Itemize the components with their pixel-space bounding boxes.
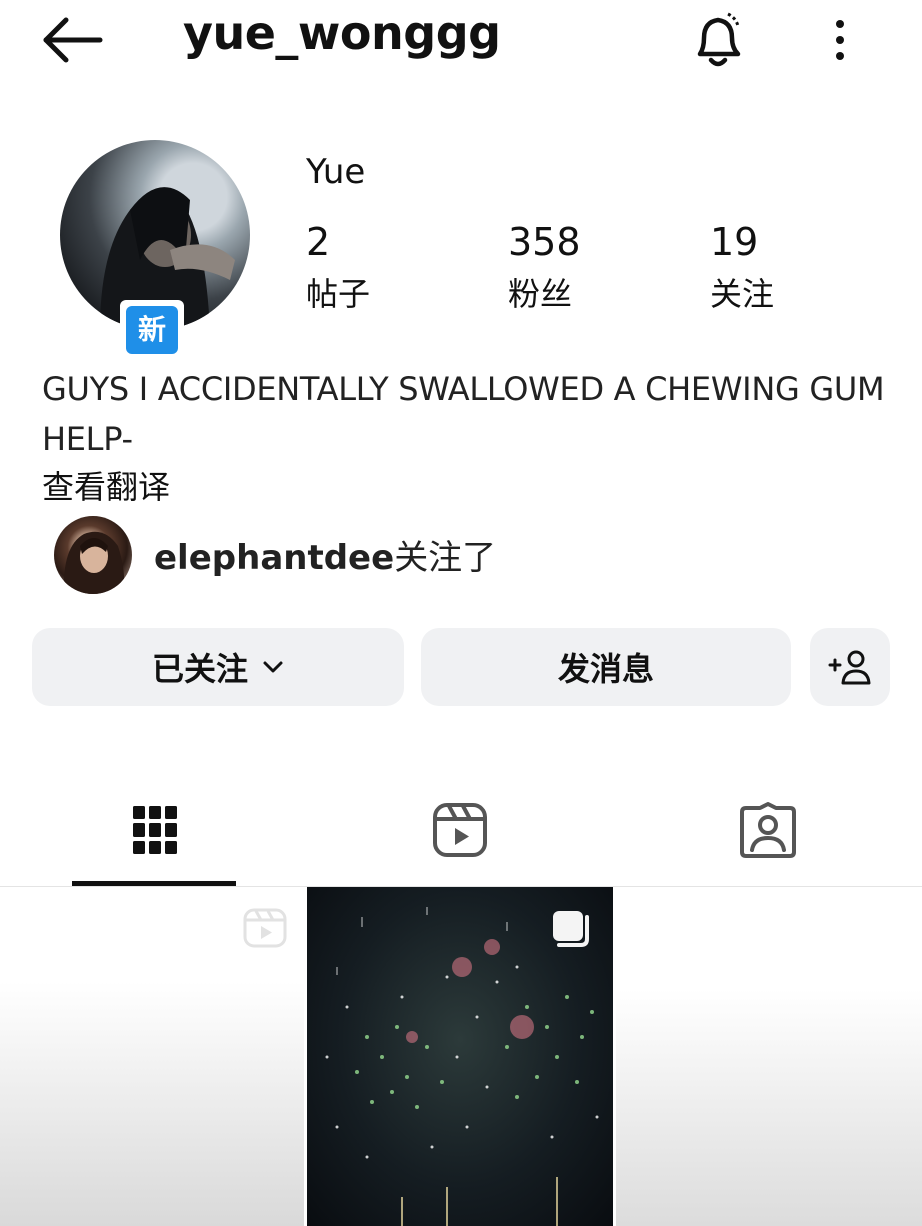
tab-reels[interactable] xyxy=(420,790,500,870)
stat-followers[interactable]: 358 粉丝 xyxy=(508,220,581,316)
profile-username: yue_wonggg xyxy=(183,6,501,60)
more-vertical-icon xyxy=(836,20,844,60)
stat-following[interactable]: 19 关注 xyxy=(710,220,774,316)
mutual-follower-avatar[interactable] xyxy=(54,516,132,594)
following-button-label: 已关注 xyxy=(151,650,248,688)
tab-tagged[interactable] xyxy=(728,790,808,870)
notifications-button[interactable] xyxy=(686,8,750,72)
following-button[interactable]: 已关注 xyxy=(32,628,404,706)
message-button-label: 发消息 xyxy=(557,650,654,688)
new-badge: 新 xyxy=(120,300,184,360)
grid-icon xyxy=(133,806,177,854)
tagged-icon xyxy=(740,802,796,858)
post-thumbnail-reel[interactable] xyxy=(0,887,304,1226)
tab-posts-grid[interactable] xyxy=(115,790,195,870)
post-thumbnail-fireworks[interactable] xyxy=(307,887,613,1226)
profile-bio: GUYS I ACCIDENTALLY SWALLOWED A CHEWING … xyxy=(42,370,885,458)
stat-following-value: 19 xyxy=(710,220,759,264)
stat-following-label: 关注 xyxy=(710,275,775,313)
stat-followers-value: 358 xyxy=(508,220,581,264)
bell-icon xyxy=(697,12,741,67)
post-thumbnail-empty[interactable] xyxy=(616,887,922,1226)
reel-badge-icon xyxy=(243,908,287,948)
back-arrow-icon xyxy=(43,17,103,63)
stat-posts-value: 2 xyxy=(306,220,331,264)
see-translation-link[interactable]: 查看翻译 xyxy=(42,462,170,508)
new-badge-label: 新 xyxy=(126,306,178,354)
mutual-followers-text[interactable]: elephantdee关注了 xyxy=(154,530,496,579)
stat-followers-label: 粉丝 xyxy=(508,275,573,313)
mutual-follower-username: elephantdee xyxy=(154,538,395,578)
suggested-users-button[interactable] xyxy=(810,628,890,706)
back-button[interactable] xyxy=(38,12,108,68)
stat-posts[interactable]: 2 帖子 xyxy=(306,220,370,316)
add-person-icon xyxy=(828,650,871,685)
chevron-down-icon xyxy=(263,661,283,673)
more-options-button[interactable] xyxy=(820,12,860,68)
multi-post-icon xyxy=(553,911,589,947)
message-button[interactable]: 发消息 xyxy=(421,628,791,706)
stat-posts-label: 帖子 xyxy=(306,275,371,313)
mutual-follower-suffix: 关注了 xyxy=(394,538,497,578)
reels-icon xyxy=(433,803,487,857)
display-name: Yue xyxy=(306,152,366,192)
